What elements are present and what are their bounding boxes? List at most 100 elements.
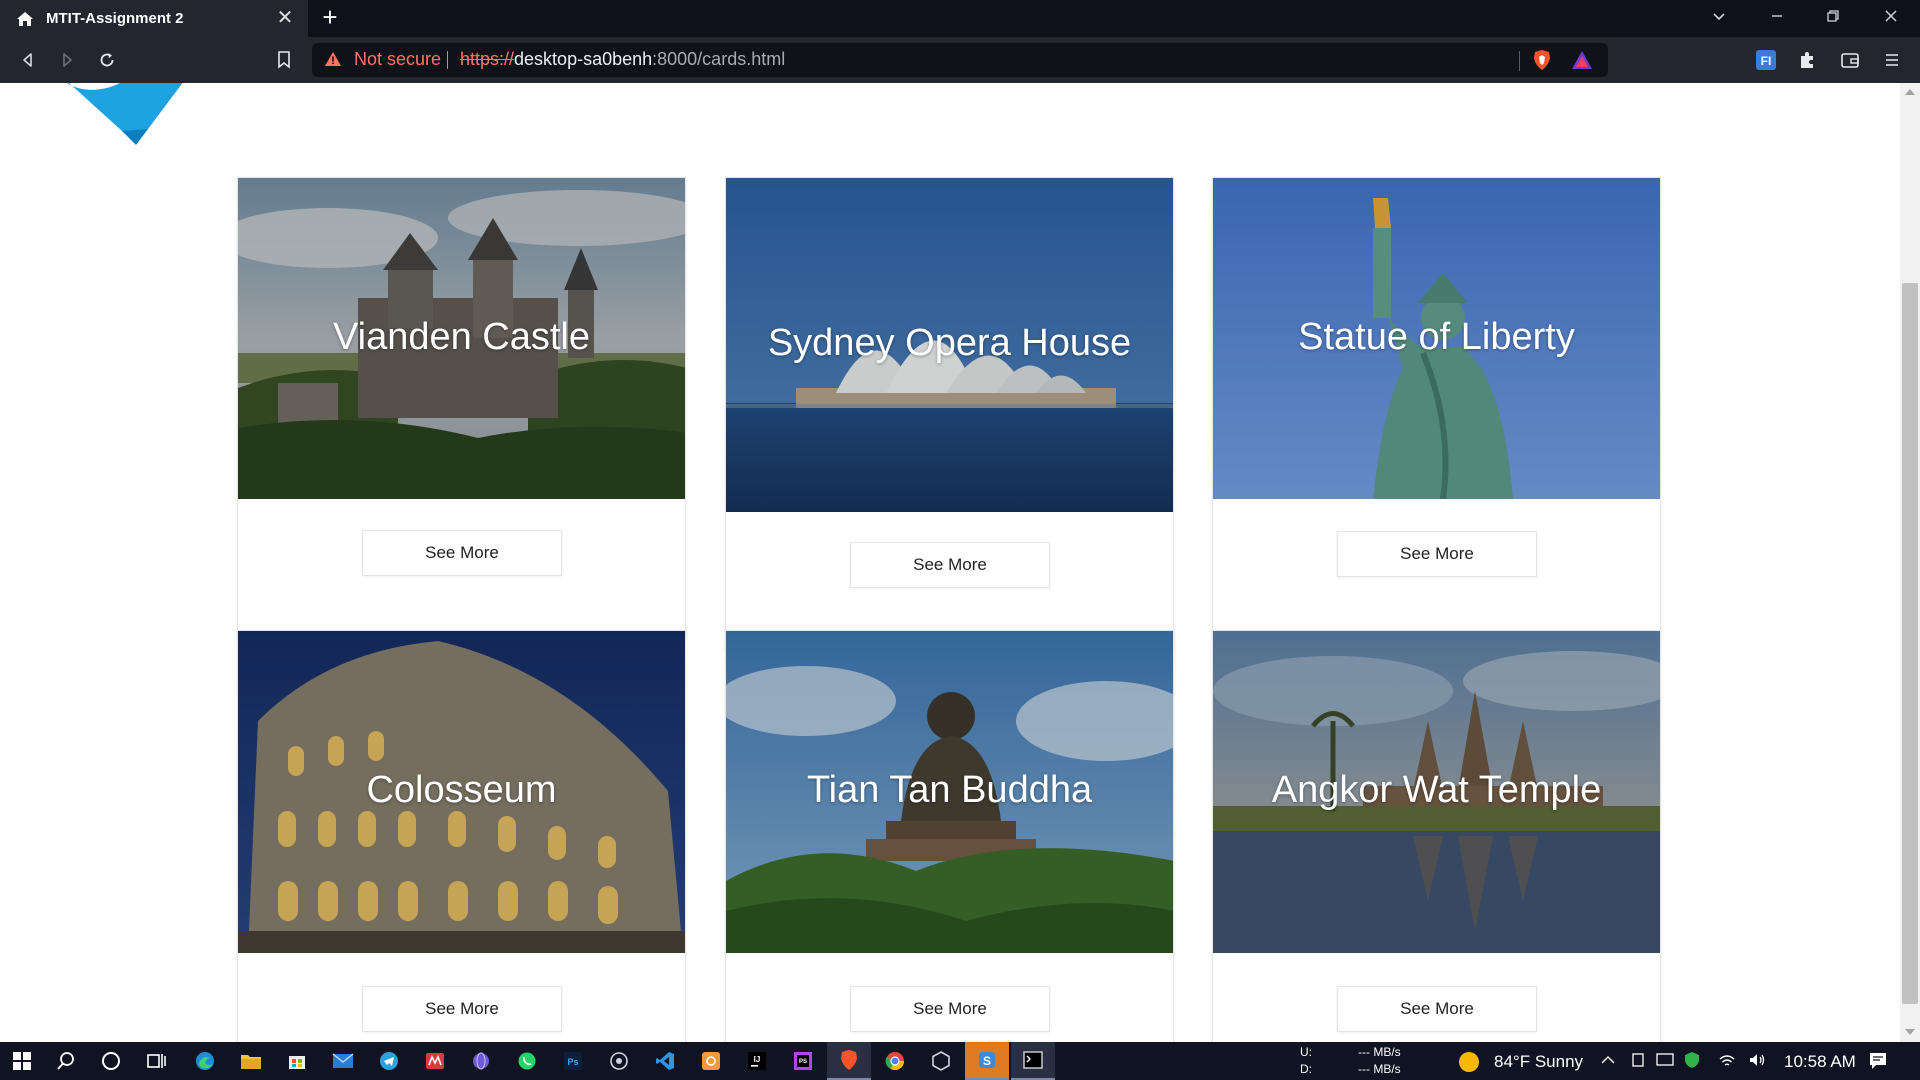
see-more-button[interactable]: See More <box>362 986 562 1032</box>
windows-taskbar: Ps IJ PS S U: D: --- MB/s --- MB/s 84°F … <box>0 1042 1920 1080</box>
card-image: Tian Tan Buddha <box>726 631 1173 953</box>
card-sydney-opera-house: Sydney Opera House See More <box>725 177 1174 651</box>
edge-icon[interactable] <box>183 1042 227 1080</box>
new-tab-button[interactable]: + <box>318 4 342 30</box>
net-up-value: --- MB/s <box>1358 1045 1401 1059</box>
intellij-icon[interactable]: IJ <box>735 1042 779 1080</box>
card-image: Vianden Castle <box>238 178 685 499</box>
card-title: Vianden Castle <box>332 316 591 358</box>
card-statue-of-liberty: Statue of Liberty See More <box>1212 177 1661 638</box>
warning-icon[interactable] <box>324 51 342 72</box>
extensions-icon[interactable] <box>1796 48 1820 72</box>
windows-start-icon[interactable] <box>0 1042 44 1080</box>
clock-time[interactable]: 10:58 AM <box>1784 1052 1856 1072</box>
svg-text:Ps: Ps <box>567 1057 578 1067</box>
globe-app-icon[interactable] <box>459 1042 503 1080</box>
see-more-button[interactable]: See More <box>1337 531 1537 577</box>
card-angkor-wat-temple: Angkor Wat Temple See More <box>1212 630 1661 1042</box>
menu-icon[interactable] <box>1880 48 1904 72</box>
telegram-icon[interactable] <box>367 1042 411 1080</box>
chevron-up-icon[interactable] <box>1600 1052 1616 1073</box>
net-down-label: D: <box>1300 1062 1312 1076</box>
svg-text:PS: PS <box>799 1059 807 1065</box>
browser-toolbar: Not secure https://desktop-sa0benh:8000/… <box>0 37 1920 83</box>
extension-fi-icon[interactable]: FI <box>1754 48 1778 72</box>
close-window-icon[interactable] <box>1880 8 1902 30</box>
store-icon[interactable] <box>275 1042 319 1080</box>
task-view-icon[interactable] <box>134 1042 178 1080</box>
card-image: Angkor Wat Temple <box>1213 631 1660 953</box>
net-up-label: U: <box>1300 1045 1312 1059</box>
address-bar[interactable]: Not secure https://desktop-sa0benh:8000/… <box>312 43 1608 77</box>
notifications-icon[interactable] <box>1868 1051 1888 1076</box>
sun-icon[interactable] <box>1458 1051 1480 1078</box>
card-title: Angkor Wat Temple <box>1271 769 1602 811</box>
wallet-icon[interactable] <box>1838 48 1862 72</box>
page-viewport: Vianden Castle See More Sydney Opera Hou… <box>0 83 1900 1042</box>
device-icon[interactable] <box>1630 1052 1646 1073</box>
forward-icon[interactable] <box>55 48 79 72</box>
card-title: Sydney Opera House <box>767 322 1132 364</box>
vertical-scrollbar[interactable] <box>1900 83 1920 1042</box>
security-icon[interactable] <box>1684 1051 1700 1074</box>
browser-tab[interactable]: MTIT-Assignment 2 ✕ <box>0 0 308 37</box>
net-down-value: --- MB/s <box>1358 1062 1401 1076</box>
brave-browser-icon[interactable] <box>827 1042 871 1080</box>
restore-icon[interactable] <box>1822 8 1844 30</box>
scroll-up-arrow[interactable] <box>1905 89 1915 95</box>
wifi-icon[interactable] <box>1718 1052 1736 1073</box>
terminal-icon[interactable] <box>1011 1042 1055 1080</box>
see-more-button[interactable]: See More <box>850 542 1050 588</box>
photoshop-icon[interactable]: Ps <box>551 1042 595 1080</box>
address-divider <box>447 51 448 69</box>
card-title: Tian Tan Buddha <box>806 769 1093 811</box>
card-image: Statue of Liberty <box>1213 178 1660 499</box>
chrome-icon[interactable] <box>873 1042 917 1080</box>
scroll-down-arrow[interactable] <box>1905 1029 1915 1035</box>
scroll-thumb[interactable] <box>1902 283 1918 1004</box>
see-more-button[interactable]: See More <box>1337 986 1537 1032</box>
tab-search-icon[interactable] <box>1708 8 1730 30</box>
card-colosseum: Colosseum See More <box>237 630 686 1042</box>
file-explorer-icon[interactable] <box>229 1042 273 1080</box>
url-text[interactable]: https://desktop-sa0benh:8000/cards.html <box>460 49 785 70</box>
logo-icon <box>48 83 198 158</box>
volume-icon[interactable] <box>1748 1052 1766 1073</box>
card-title: Colosseum <box>366 769 557 811</box>
tab-close-button[interactable]: ✕ <box>276 8 294 28</box>
see-more-button[interactable]: See More <box>850 986 1050 1032</box>
not-secure-label[interactable]: Not secure <box>354 49 441 70</box>
blender-icon[interactable] <box>689 1042 733 1080</box>
tab-strip: MTIT-Assignment 2 ✕ + <box>0 0 1920 37</box>
office-app-icon[interactable] <box>413 1042 457 1080</box>
whatsapp-icon[interactable] <box>505 1042 549 1080</box>
brave-shields-icon[interactable] <box>1530 48 1554 72</box>
see-more-button[interactable]: See More <box>362 530 562 576</box>
url-scheme: https:// <box>460 49 515 69</box>
svg-text:FI: FI <box>1761 54 1772 68</box>
back-icon[interactable] <box>16 48 40 72</box>
home-icon <box>16 10 34 28</box>
screen-icon[interactable] <box>1656 1052 1674 1073</box>
card-title: Statue of Liberty <box>1298 316 1575 358</box>
address-divider <box>1519 51 1520 71</box>
minimize-icon[interactable] <box>1766 8 1788 30</box>
bookmark-icon[interactable] <box>272 48 296 72</box>
svg-text:IJ: IJ <box>754 1055 761 1064</box>
brave-rewards-icon[interactable] <box>1570 48 1594 72</box>
github-icon[interactable] <box>597 1042 641 1080</box>
unity-icon[interactable] <box>919 1042 963 1080</box>
card-tian-tan-buddha: Tian Tan Buddha See More <box>725 630 1174 1042</box>
weather-text[interactable]: 84°F Sunny <box>1494 1052 1583 1072</box>
card-image: Sydney Opera House <box>726 178 1173 512</box>
cortana-icon[interactable] <box>89 1042 133 1080</box>
phpstorm-icon[interactable]: PS <box>781 1042 825 1080</box>
card-vianden-castle: Vianden Castle See More <box>237 177 686 638</box>
mail-icon[interactable] <box>321 1042 365 1080</box>
search-icon[interactable] <box>44 1042 88 1080</box>
vscode-icon[interactable] <box>643 1042 687 1080</box>
url-path: :8000/cards.html <box>652 49 786 69</box>
sublime-icon[interactable]: S <box>965 1042 1009 1080</box>
reload-icon[interactable] <box>95 48 119 72</box>
card-image: Colosseum <box>238 631 685 953</box>
